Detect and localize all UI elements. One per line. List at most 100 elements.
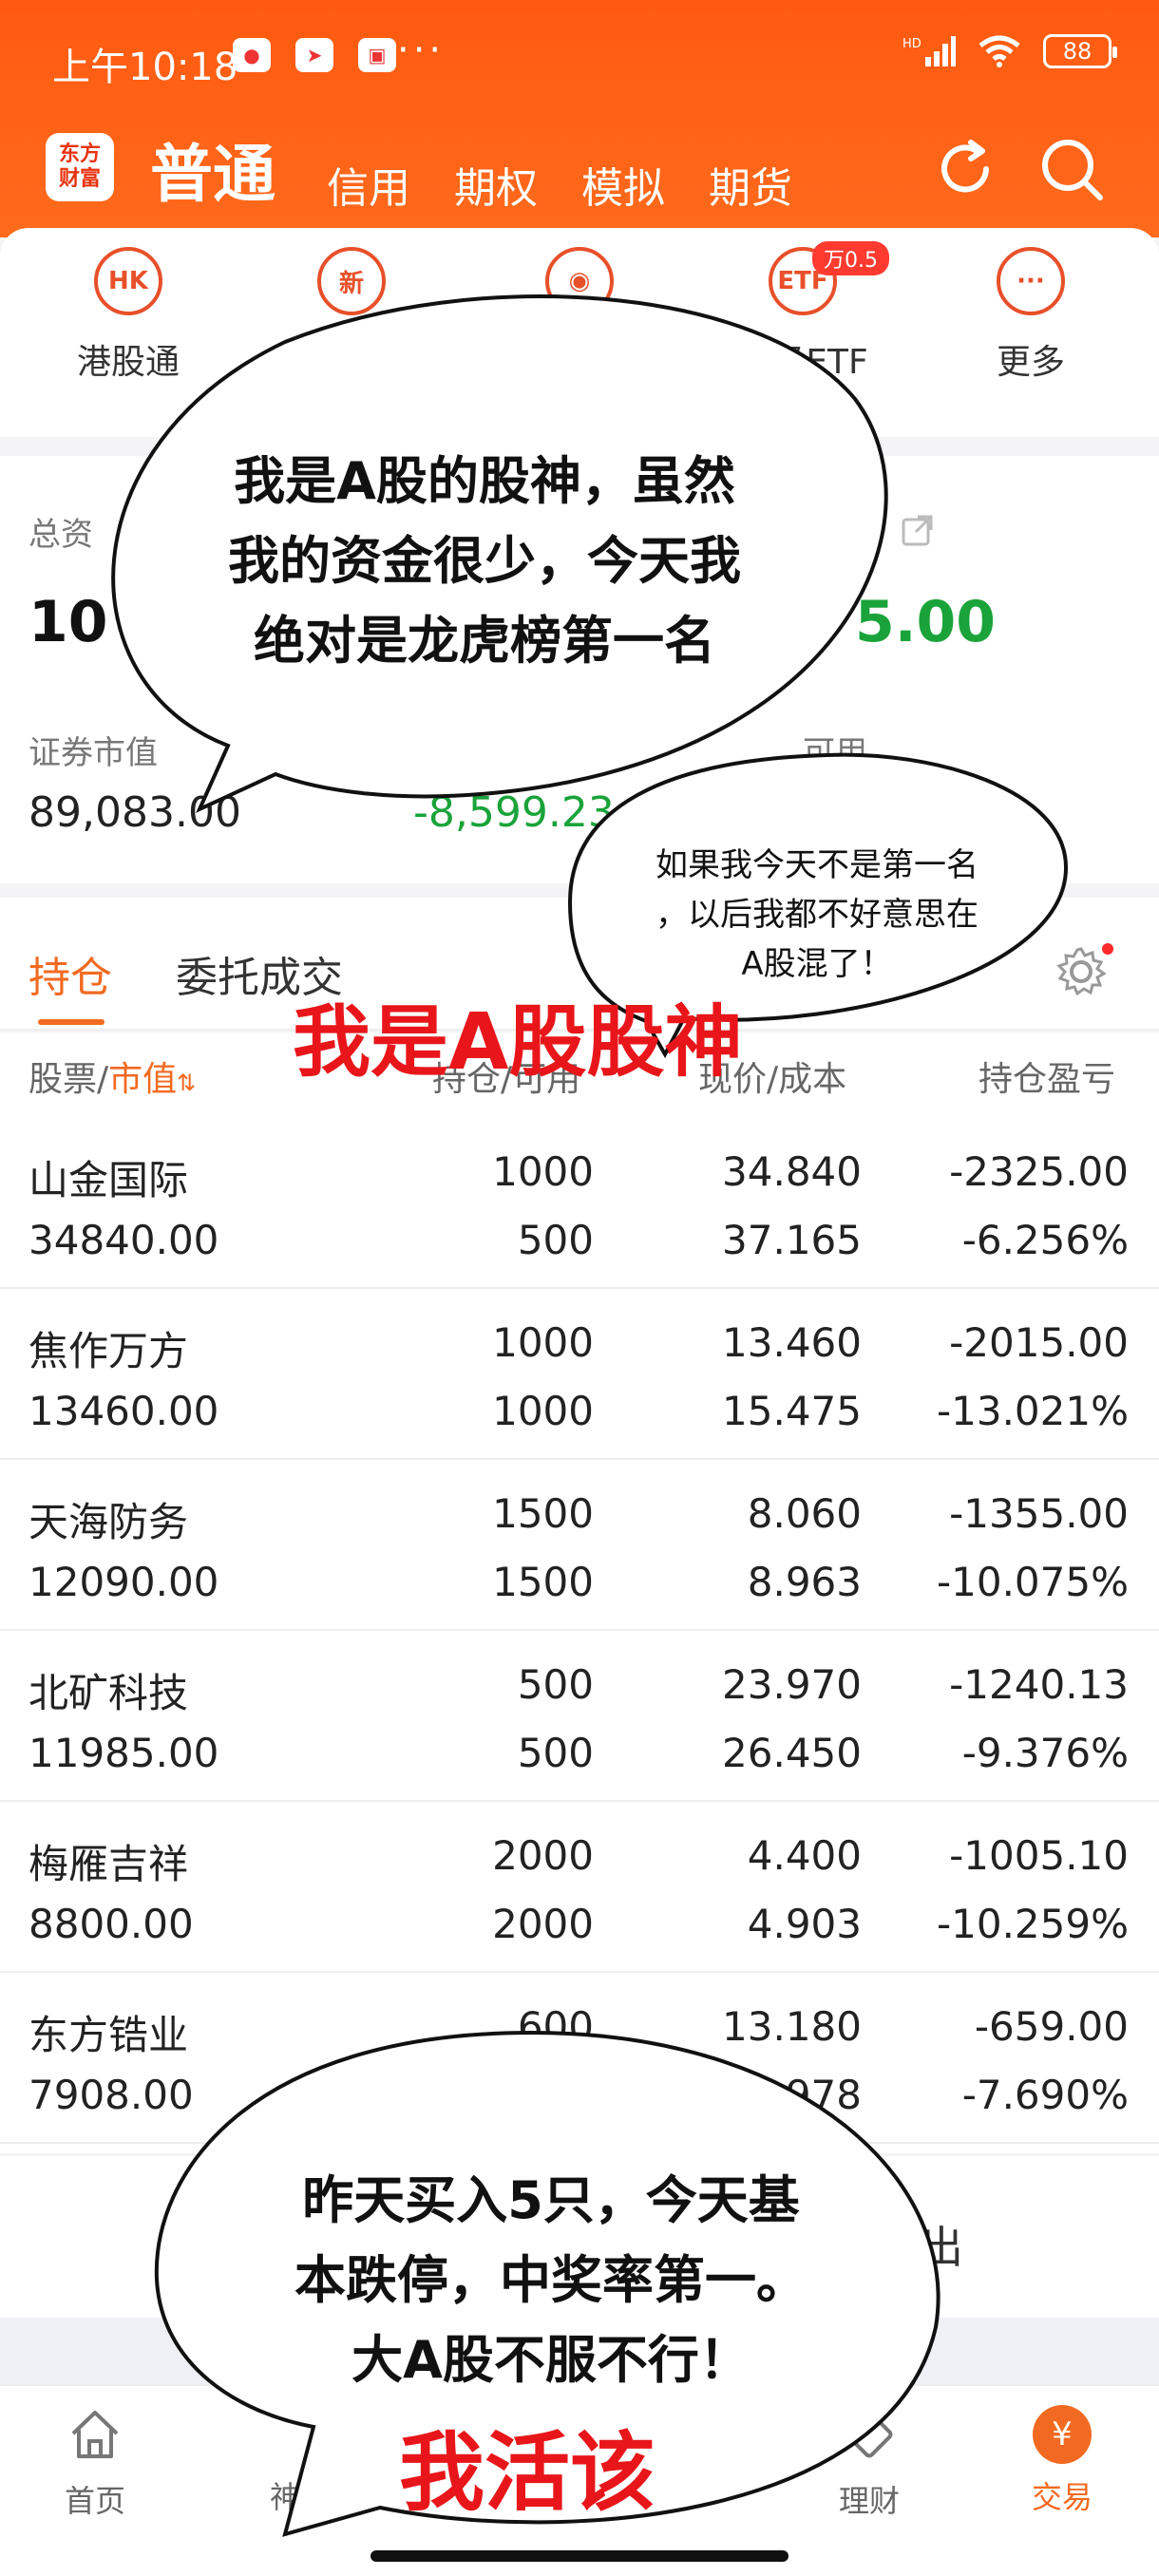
- logo-line1: 东方: [58, 142, 101, 166]
- app-header: 上午10:18 ● ➤ ▣ ··· HD 88 东方 财富 普通 信用 期权 模…: [0, 0, 1159, 237]
- stock-avail: 500: [517, 1730, 594, 1776]
- nav-label: 神: [269, 2479, 300, 2515]
- bubble-2-text: 如果我今天不是第一名 ，以后我都不好意思在 A股混了！: [594, 841, 1040, 989]
- status-time: 上午10:18: [52, 46, 238, 89]
- total-assets-label: 总资: [28, 516, 93, 554]
- stock-value: 11985.00: [28, 1730, 219, 1776]
- app-bag-icon: ▣: [358, 38, 396, 72]
- piggy-bank-icon: ◉: [545, 247, 614, 315]
- status-right: HD 88: [902, 34, 1117, 68]
- shortcut-hk-connect[interactable]: HK 港股通: [33, 247, 223, 384]
- stock-price: 13.180: [722, 2003, 862, 2050]
- tab-options[interactable]: 期权: [454, 127, 538, 215]
- new-stock-icon: 新: [317, 247, 386, 315]
- hk-icon: HK: [94, 247, 162, 315]
- stock-avail: 1000: [492, 1388, 594, 1434]
- finance-icon: [846, 2411, 893, 2458]
- nav-label: 理财: [838, 2483, 900, 2519]
- table-row[interactable]: 东方锆业 7908.00 600 13.180 978 -659.00 -7.6…: [0, 1973, 1159, 2144]
- stock-qty: 500: [517, 1661, 594, 1708]
- svg-text:HD: HD: [902, 37, 922, 51]
- external-link-icon[interactable]: [901, 513, 935, 547]
- stock-price: 34.840: [722, 1148, 862, 1195]
- stock-pnl: -2325.00: [949, 1148, 1129, 1195]
- home-icon: [71, 2411, 119, 2458]
- stock-pnl: -1355.00: [949, 1490, 1129, 1537]
- stock-qty: 600: [517, 2003, 594, 2050]
- footer-partial-text[interactable]: 出: [920, 2213, 963, 2276]
- tab-holdings[interactable]: 持仓: [28, 943, 112, 1025]
- more-icon: ···: [997, 247, 1065, 315]
- stock-price: 8.060: [747, 1490, 862, 1537]
- bubble-3-line: 本跌停，中奖率第一。: [294, 2250, 808, 2310]
- nav-finance[interactable]: 理财: [793, 2405, 945, 2521]
- tab-simulate[interactable]: 模拟: [581, 127, 665, 215]
- battery-level: 88: [1062, 38, 1092, 65]
- stock-pnl: -659.00: [974, 2003, 1129, 2050]
- stock-value: 8800.00: [28, 1901, 194, 1947]
- nav-label: 首页: [64, 2483, 125, 2519]
- trade-icon: ¥: [1033, 2405, 1092, 2464]
- nav-community[interactable]: 神: [209, 2405, 361, 2517]
- shortcut-more[interactable]: ··· 更多: [936, 247, 1126, 384]
- stock-name: 梅雁吉祥: [28, 1841, 189, 1887]
- stock-name: 山金国际: [28, 1157, 189, 1203]
- col-stock-label: 股票/: [28, 1060, 109, 1099]
- nav-trade[interactable]: ¥ 交易: [986, 2405, 1138, 2517]
- stock-name: 东方锆业: [28, 2012, 189, 2058]
- table-row[interactable]: 山金国际 34840.00 1000 500 34.840 37.165 -23…: [0, 1118, 1159, 1289]
- status-more-dots: ···: [397, 28, 446, 72]
- stock-pnl-pct: -10.075%: [936, 1559, 1129, 1605]
- settings-gear-icon[interactable]: [1054, 945, 1108, 998]
- stock-price: 4.400: [747, 1832, 862, 1879]
- bubble-1-text: 我是A股的股神，虽然 我的资金很少，今天我 绝对是龙虎榜第一名: [142, 442, 826, 681]
- refresh-icon[interactable]: [929, 133, 1001, 205]
- available-label: 可用: [803, 734, 867, 772]
- status-app-icons: ● ➤ ▣: [233, 38, 396, 72]
- bubble-3-line: 昨天买入5只，今天基: [302, 2170, 800, 2230]
- tab-futures[interactable]: 期货: [709, 127, 792, 215]
- app-logo: 东方 财富: [46, 133, 114, 201]
- mode-tabs: 普通 信用 期权 模拟 期货: [150, 123, 836, 215]
- stock-name: 焦作万方: [28, 1328, 189, 1374]
- stock-name: 天海防务: [28, 1499, 189, 1545]
- holdings-list: 山金国际 34840.00 1000 500 34.840 37.165 -23…: [0, 1118, 1159, 2153]
- market-value-label: 证券市值: [28, 734, 158, 772]
- col-market-value-label: 市值: [108, 1060, 178, 1099]
- tab-credit[interactable]: 信用: [327, 127, 410, 215]
- stock-name: 北矿科技: [28, 1670, 189, 1716]
- table-row[interactable]: 北矿科技 11985.00 500 500 23.970 26.450 -124…: [0, 1631, 1159, 1802]
- table-row[interactable]: 梅雁吉祥 8800.00 2000 2000 4.400 4.903 -1005…: [0, 1802, 1159, 1973]
- stock-cost: 26.450: [722, 1730, 862, 1776]
- stock-cost: 4.903: [747, 1901, 862, 1947]
- stock-pnl: -1240.13: [949, 1661, 1129, 1708]
- home-indicator[interactable]: [370, 2550, 788, 2562]
- stock-price: 13.460: [722, 1319, 862, 1366]
- bubble-2-line: 如果我今天不是第一名: [656, 846, 978, 884]
- total-pnl-value: 5.00: [855, 589, 997, 655]
- shortcut-new-stock[interactable]: 新: [256, 247, 446, 315]
- bubble-1-line: 我的资金很少，今天我: [228, 531, 741, 591]
- red-caption-2: 我活该: [399, 2423, 656, 2523]
- signal-icon: HD: [902, 36, 956, 66]
- shortcut-super-etf[interactable]: ETF 万0.5 超级ETF: [708, 241, 898, 384]
- table-row[interactable]: 天海防务 12090.00 1500 1500 8.060 8.963 -135…: [0, 1460, 1159, 1631]
- stock-avail: 2000: [492, 1901, 594, 1947]
- tab-normal[interactable]: 普通: [150, 123, 276, 215]
- stock-pnl-pct: -13.021%: [936, 1388, 1129, 1434]
- shortcut-label: 港股通: [76, 343, 180, 382]
- search-icon[interactable]: [1036, 133, 1108, 205]
- stock-pnl-pct: -10.259%: [936, 1901, 1129, 1947]
- bubble-2-line: ，以后我都不好意思在: [656, 896, 978, 934]
- shortcut-piggy[interactable]: ◉: [484, 247, 674, 315]
- stock-cost: 978: [785, 2072, 862, 2118]
- table-row[interactable]: 焦作万方 13460.00 1000 1000 13.460 15.475 -2…: [0, 1289, 1159, 1460]
- bubble-1-line: 绝对是龙虎榜第一名: [254, 611, 715, 671]
- col-stock[interactable]: 股票/市值⇅: [28, 1051, 196, 1101]
- stock-qty: 1000: [492, 1319, 594, 1366]
- nav-home[interactable]: 首页: [19, 2405, 171, 2521]
- stock-value: 7908.00: [28, 2072, 194, 2118]
- bubble-3-line: 大A股不服不行！: [352, 2330, 750, 2390]
- shortcut-label: 超级ETF: [737, 343, 868, 382]
- app-paper-plane-icon: ➤: [295, 38, 333, 72]
